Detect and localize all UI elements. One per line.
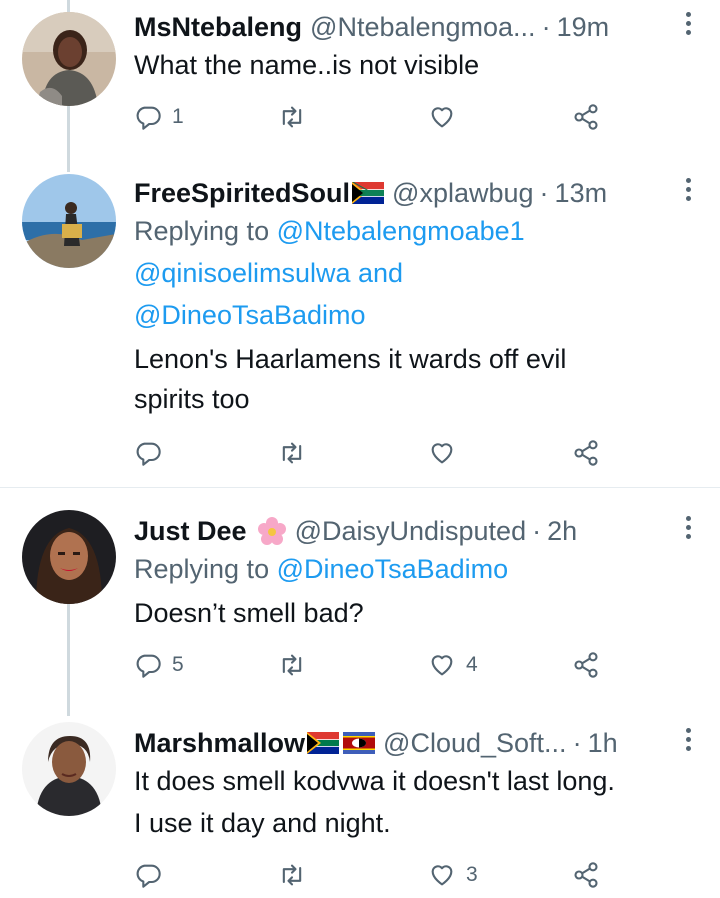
mention-link[interactable]: @Ntebalengmoabe1 bbox=[277, 216, 525, 246]
avatar[interactable] bbox=[22, 510, 116, 604]
share-button[interactable] bbox=[572, 648, 600, 682]
share-icon bbox=[574, 862, 598, 888]
reply-context: @qinisoelimsulwa and bbox=[134, 256, 403, 290]
display-name[interactable]: FreeSpiritedSoul bbox=[134, 178, 350, 209]
tweet[interactable]: MsNtebaleng @Ntebalengmoa... · 19m What … bbox=[0, 4, 720, 154]
share-button[interactable] bbox=[572, 436, 600, 470]
heart-icon bbox=[431, 443, 453, 464]
flower-emoji-icon bbox=[257, 517, 286, 545]
replying-to-label: Replying to bbox=[134, 216, 270, 246]
retweet-icon bbox=[282, 864, 302, 886]
more-icon[interactable] bbox=[686, 178, 692, 206]
heart-icon bbox=[431, 655, 453, 676]
share-button[interactable] bbox=[572, 858, 600, 892]
separator-dot: · bbox=[539, 177, 549, 208]
reply-button[interactable]: 5 bbox=[134, 648, 184, 682]
timestamp[interactable]: 2h bbox=[547, 516, 577, 547]
display-name[interactable]: Marshmallow bbox=[134, 728, 305, 759]
reply-button[interactable] bbox=[134, 436, 172, 470]
tweet-text: Lenon's Haarlamens it wards off evil bbox=[134, 344, 567, 374]
separator-dot: · bbox=[541, 11, 551, 42]
like-button[interactable]: 4 bbox=[428, 648, 478, 682]
reply-context: Replying to @Ntebalengmoabe1 bbox=[134, 214, 525, 248]
retweet-button[interactable] bbox=[278, 100, 306, 134]
and-label: and bbox=[358, 258, 404, 288]
tweet-text: spirits too bbox=[134, 384, 250, 414]
action-bar bbox=[134, 436, 614, 470]
mention-link[interactable]: @DineoTsaBadimo bbox=[277, 554, 509, 584]
retweet-icon bbox=[282, 442, 302, 464]
mention-link[interactable]: @qinisoelimsulwa bbox=[134, 258, 351, 288]
more-icon[interactable] bbox=[686, 728, 692, 756]
south-africa-flag-icon bbox=[352, 182, 385, 204]
retweet-button[interactable] bbox=[278, 648, 306, 682]
heart-icon bbox=[431, 865, 453, 886]
retweet-button[interactable] bbox=[278, 858, 306, 892]
retweet-icon bbox=[282, 654, 302, 676]
user-handle[interactable]: @Cloud_Soft... bbox=[383, 728, 567, 759]
separator-dot: · bbox=[572, 727, 582, 758]
share-button[interactable] bbox=[572, 100, 600, 134]
reply-context: @DineoTsaBadimo bbox=[134, 298, 366, 332]
share-icon bbox=[574, 104, 598, 130]
tweet-text: It does smell kodvwa it doesn't last lon… bbox=[134, 766, 615, 796]
divider bbox=[0, 487, 720, 488]
share-icon bbox=[574, 652, 598, 678]
tweet-text: What the name..is not visible bbox=[134, 50, 480, 80]
action-bar: 1 bbox=[134, 100, 614, 134]
avatar[interactable] bbox=[22, 722, 116, 816]
tweet[interactable]: Marshmallow @Cloud_Soft... · 1h It does … bbox=[0, 720, 720, 898]
separator-dot: · bbox=[532, 515, 542, 546]
tweet-text: Doesn’t smell bad? bbox=[134, 598, 364, 628]
tweet-text: I use it day and night. bbox=[134, 808, 391, 838]
reply-count: 1 bbox=[172, 105, 184, 128]
user-handle[interactable]: @Ntebalengmoa... bbox=[310, 12, 536, 43]
heart-icon bbox=[431, 107, 453, 128]
mention-link[interactable]: @DineoTsaBadimo bbox=[134, 300, 366, 330]
timestamp[interactable]: 1h bbox=[588, 728, 618, 759]
tweet-header: Just Dee @DaisyUndisputed · 2h bbox=[134, 508, 680, 554]
timestamp[interactable]: 19m bbox=[557, 12, 610, 43]
avatar[interactable] bbox=[22, 12, 116, 106]
timestamp[interactable]: 13m bbox=[555, 178, 608, 209]
south-africa-flag-icon bbox=[307, 732, 340, 754]
reply-button[interactable] bbox=[134, 858, 172, 892]
share-icon bbox=[574, 440, 598, 466]
reply-icon bbox=[136, 654, 161, 678]
reply-icon bbox=[136, 864, 161, 888]
like-count: 4 bbox=[466, 653, 478, 676]
tweet[interactable]: Just Dee @DaisyUndisputed · 2h Replying … bbox=[0, 508, 720, 698]
reply-count: 5 bbox=[172, 653, 184, 676]
like-count: 3 bbox=[466, 863, 478, 886]
tweet-header: Marshmallow @Cloud_Soft... · 1h bbox=[134, 720, 680, 766]
tweet[interactable]: FreeSpiritedSoul @xplawbug · 13m Replyin… bbox=[0, 170, 720, 480]
like-button[interactable] bbox=[428, 100, 466, 134]
replying-to-label: Replying to bbox=[134, 554, 270, 584]
eswatini-flag-icon bbox=[343, 732, 376, 754]
tweet-header: FreeSpiritedSoul @xplawbug · 13m bbox=[134, 170, 680, 216]
retweet-button[interactable] bbox=[278, 436, 306, 470]
like-button[interactable] bbox=[428, 436, 466, 470]
more-icon[interactable] bbox=[686, 12, 692, 40]
display-name[interactable]: Just Dee bbox=[134, 516, 247, 547]
user-handle[interactable]: @xplawbug bbox=[392, 178, 534, 209]
action-bar: 3 bbox=[134, 858, 614, 892]
more-icon[interactable] bbox=[686, 516, 692, 544]
user-handle[interactable]: @DaisyUndisputed bbox=[295, 516, 527, 547]
reply-icon bbox=[136, 442, 161, 466]
tweet-header: MsNtebaleng @Ntebalengmoa... · 19m bbox=[134, 4, 680, 50]
reply-context: Replying to @DineoTsaBadimo bbox=[134, 552, 508, 586]
avatar[interactable] bbox=[22, 174, 116, 268]
reply-button[interactable]: 1 bbox=[134, 100, 184, 134]
action-bar: 5 4 bbox=[134, 648, 614, 682]
like-button[interactable]: 3 bbox=[428, 858, 478, 892]
reply-icon bbox=[136, 106, 161, 130]
retweet-icon bbox=[282, 106, 302, 128]
display-name[interactable]: MsNtebaleng bbox=[134, 12, 302, 43]
